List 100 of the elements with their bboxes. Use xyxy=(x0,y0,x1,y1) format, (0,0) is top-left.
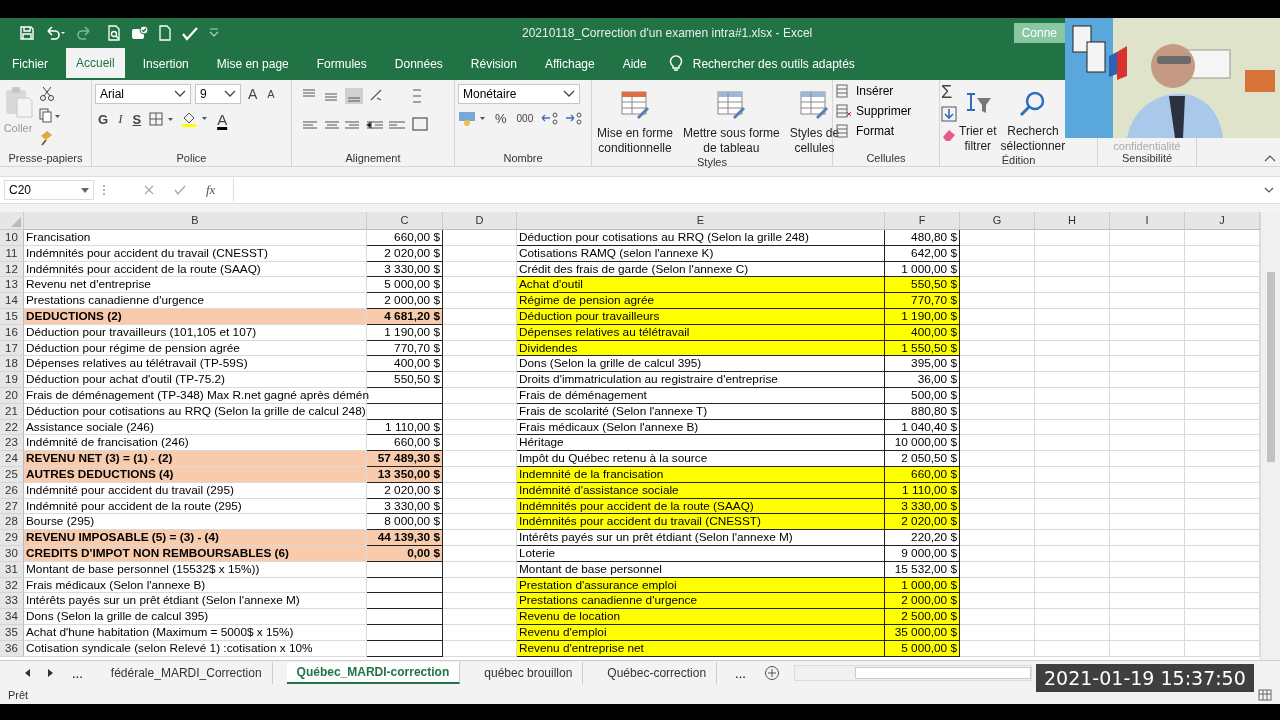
ribbon-tab[interactable]: Insertion xyxy=(132,48,199,80)
check-icon[interactable] xyxy=(174,185,186,195)
bold-button[interactable]: G xyxy=(95,111,112,127)
font-color-button[interactable]: A xyxy=(214,110,231,128)
ribbon-tab[interactable]: Accueil xyxy=(66,48,125,80)
thousands-separator-button[interactable]: 000 xyxy=(513,112,537,124)
row-header[interactable]: 18 xyxy=(0,356,24,373)
row-header[interactable]: 33 xyxy=(0,593,24,610)
more-sheets-button[interactable]: ... xyxy=(731,665,750,681)
autosum-button[interactable]: Σ xyxy=(941,84,953,100)
table-cell: Frais médicaux (Selon l'annexe B) xyxy=(24,577,367,594)
save-icon[interactable] xyxy=(19,25,35,41)
row-header[interactable]: 13 xyxy=(0,277,24,294)
print-preview-icon[interactable] xyxy=(106,25,122,41)
undo-icon[interactable] xyxy=(44,25,66,41)
lightbulb-icon xyxy=(668,54,683,72)
table-cell: 57 489,30 $ xyxy=(367,451,443,467)
insert-function-button[interactable]: fx xyxy=(206,182,216,198)
add-sheet-icon[interactable] xyxy=(763,665,780,681)
underline-button[interactable]: S xyxy=(129,111,145,127)
sheet-tab[interactable]: fédérale_MARDI_Correction xyxy=(100,662,273,684)
copy-icon[interactable] xyxy=(39,108,61,124)
ribbon-tab[interactable]: Fichier xyxy=(2,48,58,80)
row-header[interactable]: 29 xyxy=(0,530,24,546)
table-cell: REVENU NET (3) = (1) - (2) xyxy=(24,451,367,467)
timestamp: 2021-01-19 15:37:50 xyxy=(1036,664,1254,692)
row-header[interactable]: 19 xyxy=(0,372,24,388)
table-cell: Frais de déménagement xyxy=(517,387,885,404)
column-header[interactable]: C xyxy=(367,212,443,230)
tell-me-search[interactable]: Rechercher des outils adaptés xyxy=(692,57,855,71)
column-header[interactable]: I xyxy=(1110,212,1185,230)
row-header[interactable]: 14 xyxy=(0,293,24,309)
grow-font-button[interactable]: A xyxy=(245,86,261,102)
table-cell: 2 000,00 $ xyxy=(367,293,443,309)
row-header[interactable]: 34 xyxy=(0,609,24,625)
sheet-tab[interactable]: Québec_MARDI-correction xyxy=(286,662,461,684)
column-header[interactable]: H xyxy=(1035,212,1110,230)
group-label: Styles xyxy=(696,156,728,168)
ribbon-tab[interactable]: Aide xyxy=(612,48,657,80)
touch-mode-icon[interactable] xyxy=(131,25,149,41)
sheet-tab[interactable]: québec brouillon xyxy=(474,662,584,684)
customize-caret-icon[interactable] xyxy=(208,28,220,38)
table-cell: 2 000,00 $ xyxy=(885,593,960,610)
table-cell: Héritage xyxy=(517,435,885,452)
vertical-scrollbar[interactable] xyxy=(1260,212,1280,660)
name-box[interactable]: C20 xyxy=(4,180,94,200)
editing-button[interactable]: Trier et filtrer xyxy=(957,90,999,154)
table-cell: Achat d'hune habitation (Maximum = 5000$ x 15%) xyxy=(24,624,367,641)
table-cell: 770,70 $ xyxy=(367,340,443,357)
eraser-icon[interactable] xyxy=(941,128,957,142)
normal-view-icon[interactable] xyxy=(1258,688,1272,701)
table-cell: Déduction pour travailleurs (101,105 et 107) xyxy=(24,324,367,341)
table-cell: 500,00 $ xyxy=(885,387,960,404)
scissors-icon[interactable] xyxy=(39,86,55,102)
collapse-ribbon-icon[interactable] xyxy=(1264,154,1276,162)
table-cell: 36,00 $ xyxy=(885,372,960,388)
table-cell: 1 110,00 $ xyxy=(367,419,443,436)
column-header[interactable]: G xyxy=(960,212,1035,230)
table-cell: Francisation xyxy=(24,230,367,246)
column-header[interactable]: F xyxy=(885,212,960,230)
style-button[interactable]: Mise en forme conditionnelle xyxy=(595,90,676,156)
editing-button[interactable]: Recherch sélectionner xyxy=(998,90,1068,154)
previous-sheet-icon[interactable] xyxy=(24,669,32,677)
column-header[interactable]: D xyxy=(443,212,517,230)
font-name-dropdown[interactable]: Arial xyxy=(95,84,191,104)
number-format-dropdown[interactable]: Monétaire xyxy=(458,84,580,104)
table-cell: Dons (Selon la grille de calcul 395) xyxy=(24,609,367,625)
new-document-icon[interactable] xyxy=(158,25,172,41)
column-header[interactable]: B xyxy=(24,212,367,230)
italic-button[interactable]: I xyxy=(115,111,126,127)
decimal-icons[interactable] xyxy=(540,110,585,126)
ribbon-tab[interactable]: Mise en page xyxy=(206,48,299,80)
table-style-icon xyxy=(799,90,830,120)
style-button[interactable]: Mettre sous forme de tableau xyxy=(681,90,782,156)
font-size-dropdown[interactable]: 9 xyxy=(195,84,241,104)
percent-button[interactable]: % xyxy=(492,110,510,126)
spelling-check-icon[interactable] xyxy=(181,25,199,41)
column-header[interactable]: J xyxy=(1185,212,1260,230)
ribbon-tab[interactable]: Affichage xyxy=(534,48,605,80)
table-cell: 220,20 $ xyxy=(885,530,960,546)
row-header[interactable]: 24 xyxy=(0,451,24,467)
shrink-font-button[interactable]: A xyxy=(264,88,278,100)
table-cell: Déduction pour achat d'outil (TP-75.2) xyxy=(24,372,367,388)
ribbon-tab[interactable]: Révision xyxy=(460,48,527,80)
table-cell: 2 020,00 $ xyxy=(367,482,443,499)
row-header[interactable]: 23 xyxy=(0,435,24,452)
group-label: Alignement xyxy=(344,152,402,164)
horizontal-scrollbar[interactable] xyxy=(793,665,1032,681)
row-header[interactable]: 28 xyxy=(0,514,24,531)
ribbon-tab[interactable]: Formules xyxy=(306,48,377,80)
expand-icon[interactable] xyxy=(1264,187,1274,193)
next-sheet-icon[interactable] xyxy=(46,669,54,677)
table-cell: Frais de déménagement (TP-348) Max R.net gagné après démén xyxy=(24,387,367,404)
fill-down-icon[interactable] xyxy=(941,106,957,122)
row-header[interactable]: 10 xyxy=(0,230,24,246)
ribbon-tab[interactable]: Données xyxy=(384,48,453,80)
column-header[interactable]: E xyxy=(517,212,885,230)
more-sheets-button[interactable]: ... xyxy=(68,665,87,681)
sheet-tab[interactable]: Québec-correction xyxy=(597,662,718,684)
table-cell: 642,00 $ xyxy=(885,245,960,262)
